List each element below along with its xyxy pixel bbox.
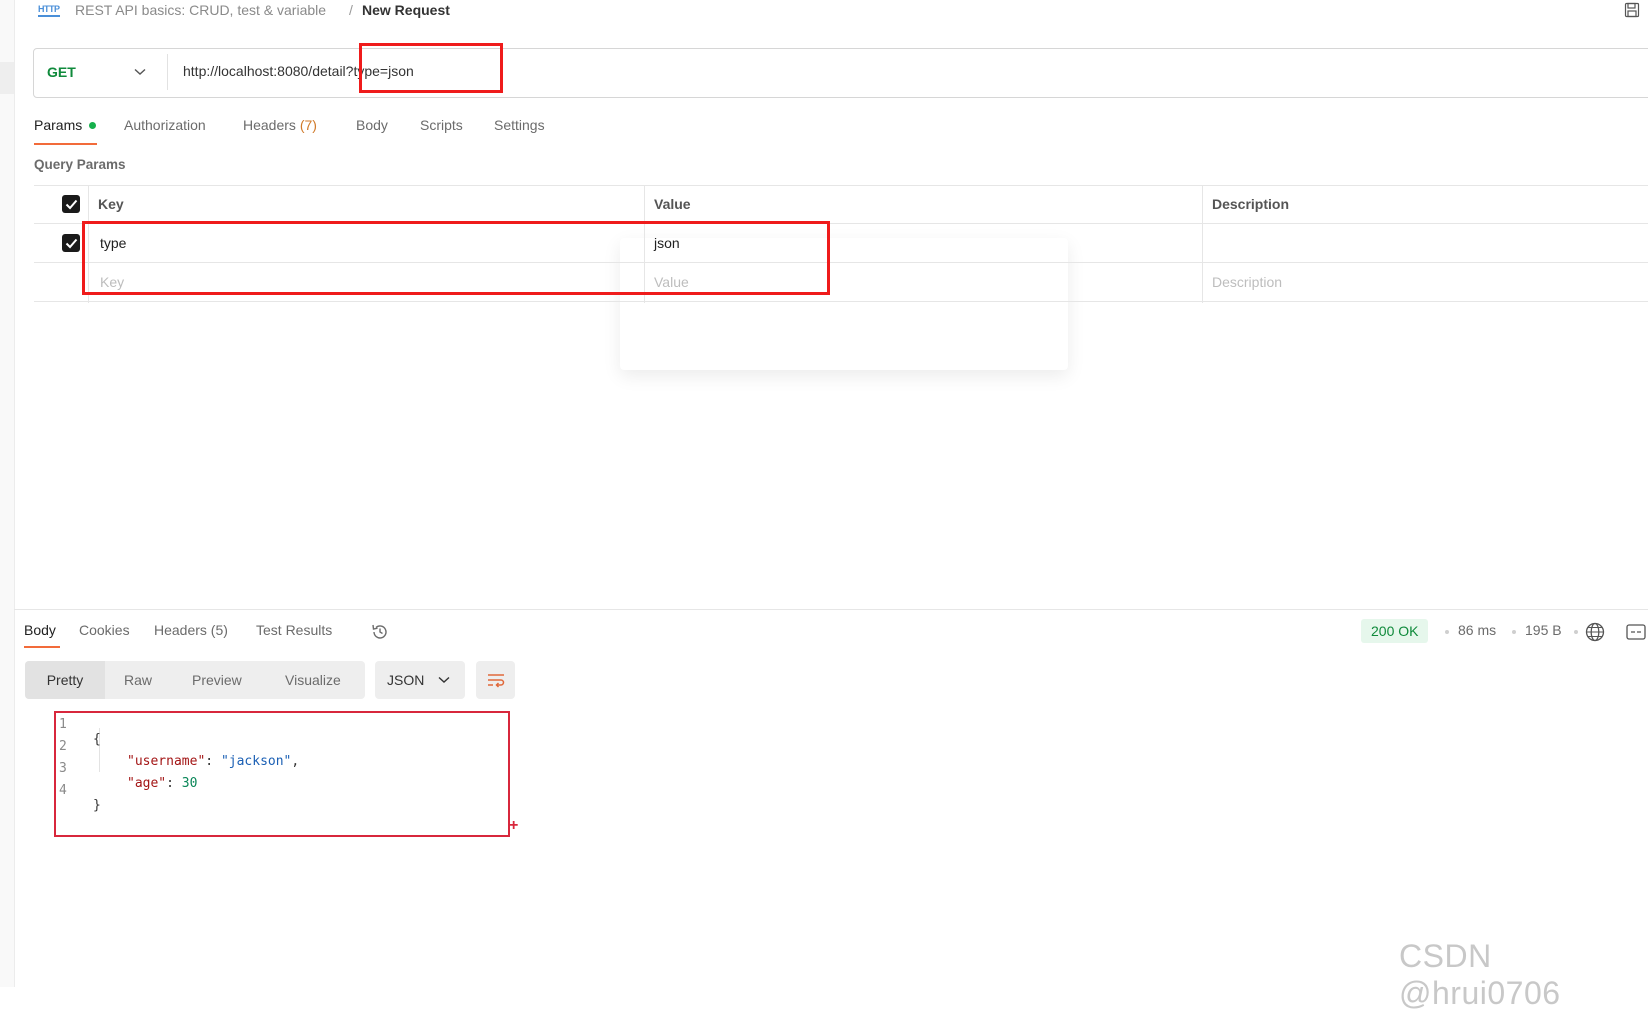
view-preview-button[interactable]: Preview: [192, 661, 242, 699]
breadcrumb-collection[interactable]: REST API basics: CRUD, test & variable: [75, 2, 326, 18]
method-divider: [167, 54, 168, 90]
chevron-down-icon: [438, 676, 450, 683]
watermark: CSDN @hrui0706: [1399, 938, 1561, 1011]
left-rail: [0, 0, 15, 987]
resp-tab-headers[interactable]: Headers (5): [154, 622, 228, 638]
view-raw-button[interactable]: Raw: [124, 661, 152, 699]
history-icon[interactable]: [370, 622, 390, 642]
view-pretty-button[interactable]: Pretty: [25, 661, 105, 699]
select-all-checkbox[interactable]: [62, 195, 80, 213]
view-visualize-button[interactable]: Visualize: [285, 661, 341, 699]
resp-tab-body-underline: [24, 646, 60, 648]
save-response-icon[interactable]: [1626, 623, 1646, 641]
annotation-box-param: [82, 221, 830, 295]
left-rail-active: [0, 62, 14, 94]
tab-scripts[interactable]: Scripts: [420, 117, 463, 133]
wrap-icon: [487, 674, 504, 688]
header-description: Description: [1212, 196, 1290, 212]
params-active-dot: [89, 122, 96, 129]
response-divider: [14, 609, 1648, 610]
checkmark-icon: [65, 238, 77, 248]
response-size[interactable]: 195 B: [1525, 622, 1562, 638]
meta-dot: [1445, 630, 1449, 634]
tab-headers-label: Headers: [243, 117, 296, 133]
row-check-cell[interactable]: [62, 224, 80, 262]
tab-authorization[interactable]: Authorization: [124, 117, 206, 133]
params-header-row: Key Value Description: [34, 185, 1648, 224]
tab-params[interactable]: Params: [34, 117, 82, 133]
annotation-box-url: [359, 43, 503, 93]
format-select-label: JSON: [387, 672, 425, 688]
annotation-box-code: [54, 711, 510, 837]
header-key: Key: [98, 196, 124, 212]
tab-headers-count: (7): [299, 117, 317, 133]
select-all-cell[interactable]: [62, 185, 80, 223]
method-select[interactable]: GET: [47, 64, 76, 80]
annotation-resize-handle: +: [509, 817, 519, 834]
query-params-title: Query Params: [34, 157, 126, 172]
tab-params-underline: [34, 143, 97, 145]
format-select[interactable]: JSON: [375, 661, 465, 699]
http-icon: HTTP: [38, 4, 60, 17]
resp-tab-cookies[interactable]: Cookies: [79, 622, 130, 638]
status-badge[interactable]: 200 OK: [1361, 619, 1429, 643]
tab-settings[interactable]: Settings: [494, 117, 545, 133]
response-time[interactable]: 86 ms: [1458, 622, 1496, 638]
resp-tab-body[interactable]: Body: [24, 622, 56, 638]
tab-body[interactable]: Body: [356, 117, 388, 133]
checkmark-icon: [65, 199, 77, 209]
save-icon[interactable]: [1624, 2, 1640, 18]
row-checkbox[interactable]: [62, 234, 80, 252]
globe-icon[interactable]: [1584, 621, 1606, 643]
meta-dot: [1512, 630, 1516, 634]
breadcrumb-separator: /: [349, 2, 353, 18]
column-divider: [1202, 185, 1203, 303]
meta-dot: [1574, 630, 1578, 634]
resp-tab-test-results[interactable]: Test Results: [256, 622, 332, 638]
new-description-input[interactable]: Description: [1212, 263, 1282, 301]
chevron-down-icon[interactable]: [134, 68, 146, 76]
tab-headers[interactable]: Headers (7): [243, 117, 317, 133]
breadcrumb-current-request[interactable]: New Request: [362, 2, 450, 18]
wrap-lines-button[interactable]: [476, 661, 515, 699]
header-value: Value: [654, 196, 691, 212]
